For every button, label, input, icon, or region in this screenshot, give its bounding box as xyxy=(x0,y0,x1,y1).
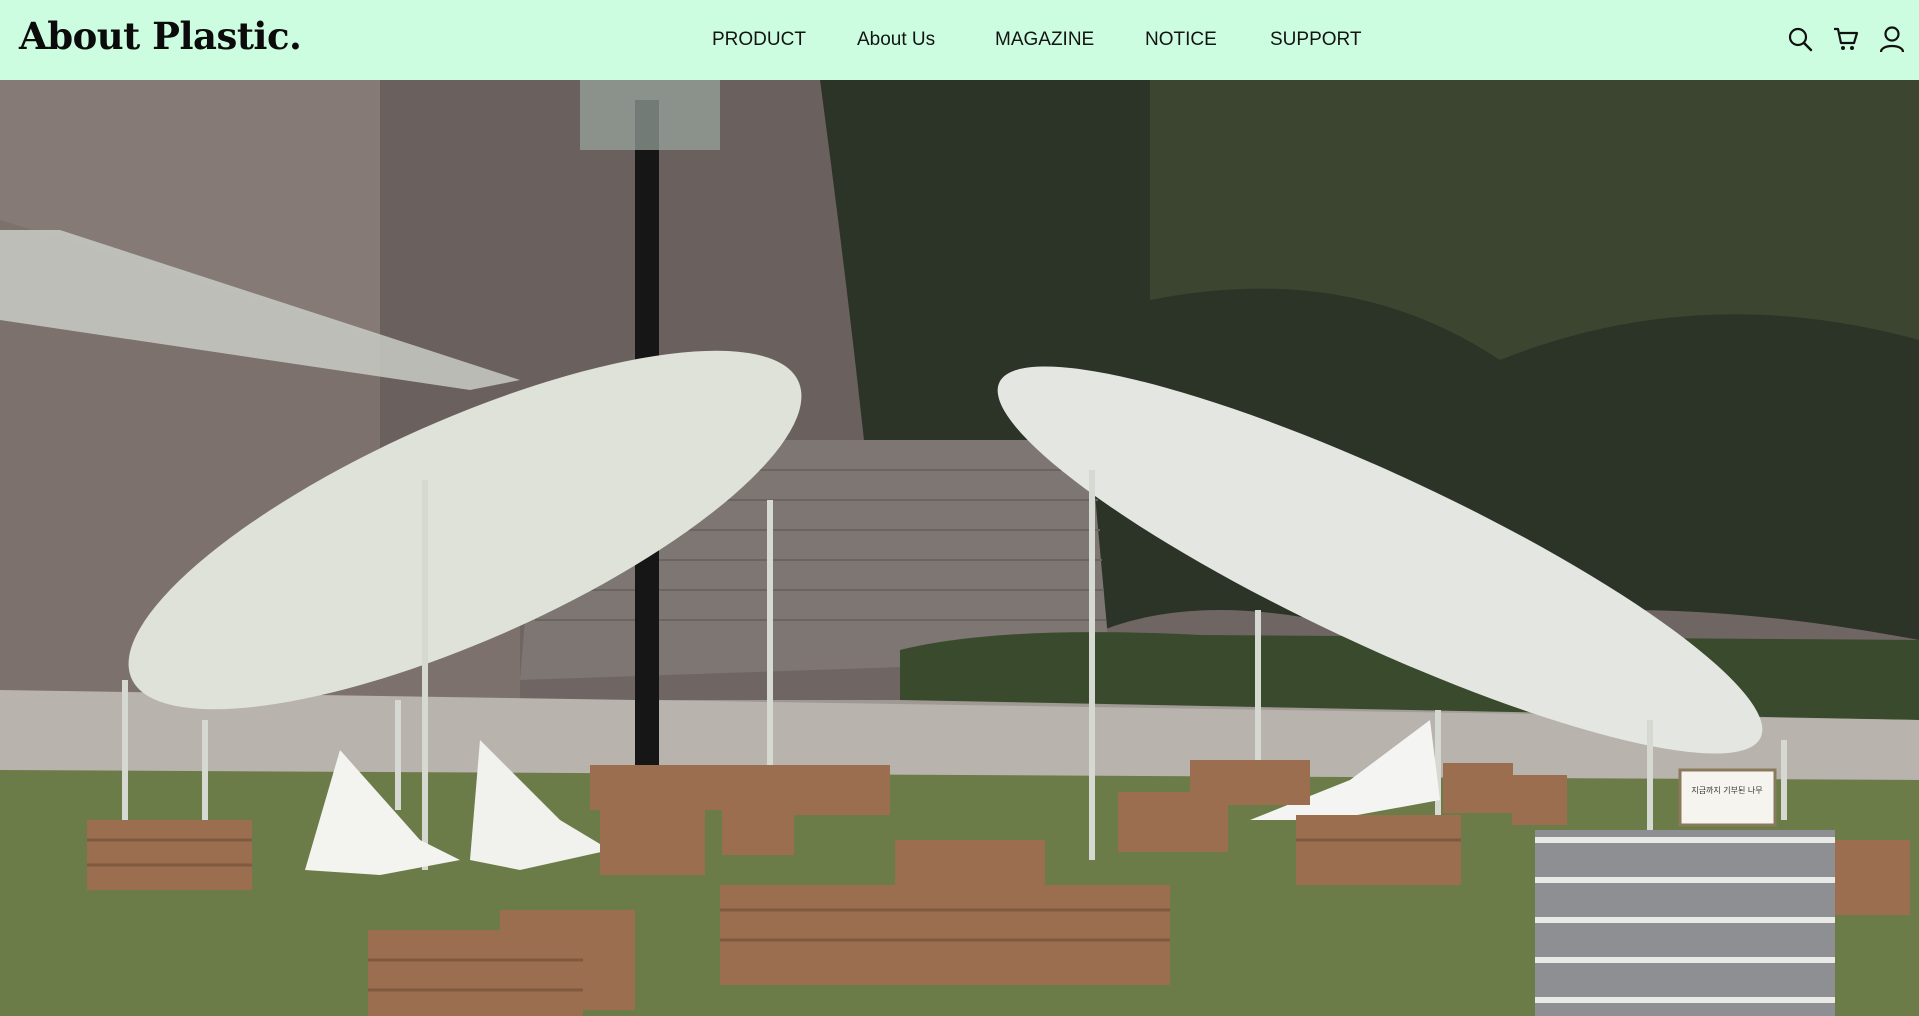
nav-item-notice[interactable]: NOTICE xyxy=(1145,28,1217,52)
hero-illustration: 지금까지 기부된 나무 xyxy=(0,80,1919,1016)
nav-item-product[interactable]: PRODUCT xyxy=(712,28,806,52)
nav-item-support[interactable]: SUPPORT xyxy=(1270,28,1362,52)
nav-item-magazine[interactable]: MAGAZINE xyxy=(995,28,1094,52)
header-icons xyxy=(1785,24,1907,56)
hero-image: 지금까지 기부된 나무 xyxy=(0,80,1919,1016)
nav-item-about-us[interactable]: About Us xyxy=(857,28,935,52)
search-icon[interactable] xyxy=(1785,24,1815,54)
site-header: About Plastic. PRODUCT About Us MAGAZINE… xyxy=(0,0,1919,80)
main-nav: PRODUCT About Us MAGAZINE NOTICE SUPPORT xyxy=(0,0,1919,80)
user-icon[interactable] xyxy=(1877,24,1907,54)
cart-icon[interactable] xyxy=(1831,24,1861,54)
sign-text: 지금까지 기부된 나무 xyxy=(1691,785,1762,795)
